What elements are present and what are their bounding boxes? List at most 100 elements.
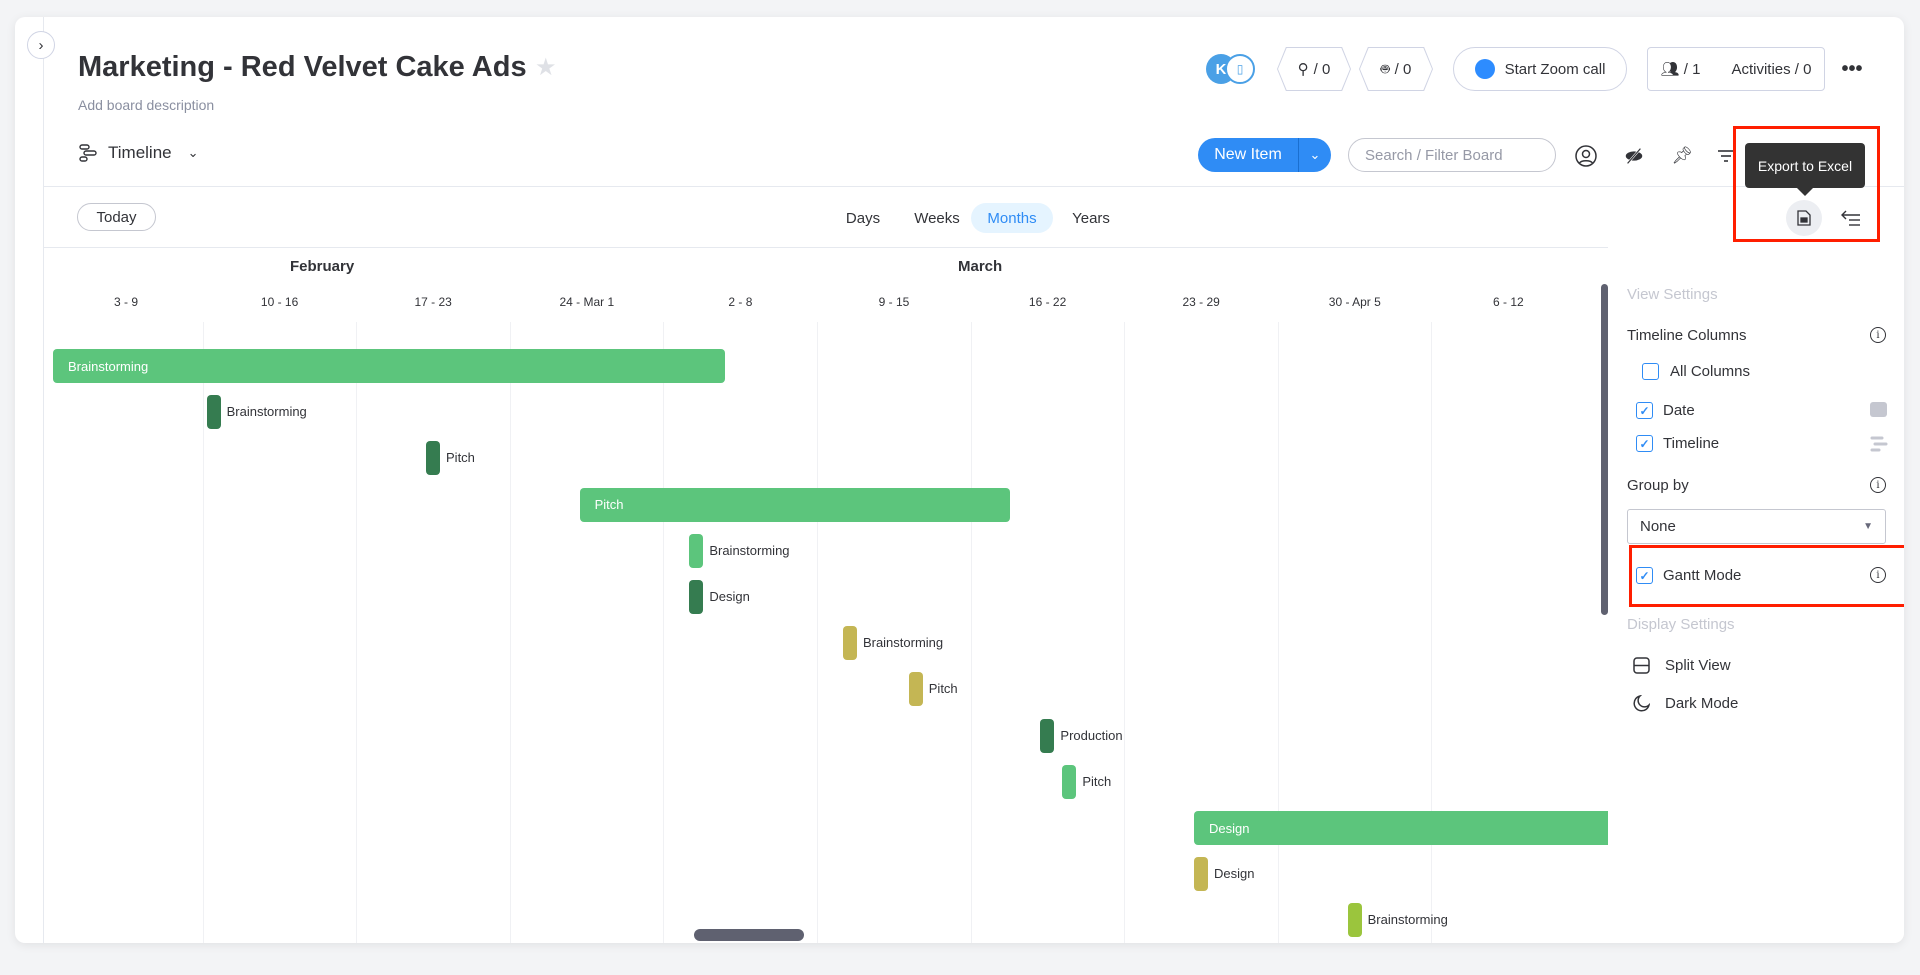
highlight-gantt <box>1629 545 1904 607</box>
checkmark-icon: ✓ <box>1636 435 1653 452</box>
week-label: 3 - 9 <box>113 295 138 309</box>
week-label: 2 - 8 <box>728 295 753 309</box>
dark-mode-label: Dark Mode <box>1665 695 1739 712</box>
milestone-bar[interactable] <box>689 533 704 568</box>
timeline-column-icon <box>1870 436 1888 452</box>
timeline-columns-label: Timeline Columns <box>1627 327 1747 344</box>
grid-line <box>970 322 972 943</box>
grid-line <box>1124 322 1126 943</box>
checkmark-icon: ✓ <box>1636 402 1653 419</box>
date-label: Date <box>1663 402 1695 419</box>
info-icon[interactable]: i <box>1870 477 1886 493</box>
checkbox-unchecked <box>1642 363 1659 380</box>
milestone-bar[interactable] <box>426 441 441 476</box>
milestone-bar[interactable] <box>842 626 857 661</box>
person-filter-icon[interactable] <box>1573 143 1599 169</box>
scale-months[interactable]: Months <box>971 203 1053 233</box>
timeline-bar[interactable]: Pitch <box>579 487 1011 522</box>
hide-eye-icon[interactable] <box>1621 143 1647 169</box>
members-activities-button[interactable]: 👥︎ / 1 Activities / 0 <box>1647 47 1825 91</box>
more-dots-icon[interactable]: ••• <box>1840 55 1864 83</box>
people-icon: 👥︎ <box>1660 61 1680 78</box>
milestone-label: Brainstorming <box>226 404 307 420</box>
timeline-checkbox[interactable]: ✓ Timeline <box>1636 435 1719 452</box>
avatar-group[interactable]: K ▯ <box>1206 52 1264 86</box>
milestone-bar[interactable] <box>1194 857 1209 892</box>
split-view-icon <box>1633 657 1650 674</box>
grid-line <box>1431 322 1433 943</box>
milestone-label: Production <box>1060 727 1123 743</box>
milestone-label: Brainstorming <box>862 635 944 651</box>
group-by-value: None <box>1640 518 1676 535</box>
view-selector[interactable]: Timeline ⌄ <box>78 143 199 163</box>
horizontal-scrollbar[interactable] <box>694 929 804 941</box>
integrations-button[interactable]: ⚲/ 0 <box>1277 47 1351 91</box>
integrations-count: / 0 <box>1313 60 1331 78</box>
start-zoom-call-button[interactable]: Start Zoom call <box>1453 47 1627 91</box>
expand-sidebar-button[interactable]: › <box>27 31 55 59</box>
automations-count: / 0 <box>1394 60 1412 78</box>
split-view-option[interactable]: Split View <box>1633 657 1731 674</box>
week-label: 16 - 22 <box>1028 295 1067 309</box>
board-title[interactable]: Marketing - Red Velvet Cake Ads <box>78 51 527 84</box>
milestone-bar[interactable] <box>1062 764 1077 799</box>
grid-line <box>202 322 204 943</box>
week-label: 17 - 23 <box>414 295 452 309</box>
display-settings-heading: Display Settings <box>1627 616 1735 633</box>
milestone-label: Pitch <box>446 450 475 466</box>
new-item-dropdown[interactable]: ⌄ <box>1298 138 1331 172</box>
automations-button[interactable]: 🤖︎/ 0 <box>1359 47 1433 91</box>
milestone-bar[interactable] <box>206 395 221 430</box>
scale-weeks[interactable]: Weeks <box>903 203 971 233</box>
timeline-icon <box>79 144 97 162</box>
view-settings-heading: View Settings <box>1627 286 1718 303</box>
date-checkbox[interactable]: ✓ Date <box>1636 402 1695 419</box>
scale-days[interactable]: Days <box>835 203 891 233</box>
highlight-export <box>1733 126 1880 242</box>
integrations-icon: ⚲ <box>1297 61 1309 78</box>
timeline-bar[interactable]: Design <box>1194 811 1608 845</box>
board-description[interactable]: Add board description <box>78 97 214 113</box>
robot-icon: 🤖︎ <box>1380 60 1390 78</box>
members-count-label: / 1 <box>1683 61 1701 78</box>
milestone-label: Pitch <box>1082 773 1112 789</box>
milestone-bar[interactable] <box>1347 903 1362 938</box>
split-view-label: Split View <box>1665 657 1731 674</box>
chevron-right-icon: › <box>38 36 44 54</box>
milestone-bar[interactable] <box>689 580 704 614</box>
left-border <box>43 17 44 943</box>
month-march: March <box>958 258 1003 275</box>
grid-line <box>817 322 818 943</box>
week-label: 30 - Apr 5 <box>1328 295 1381 309</box>
grid-line <box>509 322 511 943</box>
milestone-bar[interactable] <box>1040 718 1055 753</box>
pin-icon[interactable]: 📌︎ <box>1669 143 1695 169</box>
scale-years[interactable]: Years <box>1059 203 1123 233</box>
milestone-bar[interactable] <box>908 672 923 707</box>
week-label: 10 - 16 <box>260 295 299 309</box>
month-february: February <box>290 258 355 275</box>
today-button[interactable]: Today <box>77 203 156 231</box>
new-item-button[interactable]: New Item ⌄ <box>1198 138 1331 172</box>
caret-down-icon: ▼ <box>1863 521 1873 532</box>
group-by-select[interactable]: None ▼ <box>1627 509 1886 544</box>
all-columns-checkbox[interactable]: All Columns <box>1642 363 1750 380</box>
zoom-label: Start Zoom call <box>1504 60 1606 78</box>
grid-line <box>356 322 358 943</box>
milestone-label: Pitch <box>928 681 958 697</box>
star-icon[interactable]: ★ <box>535 53 557 82</box>
zoom-icon <box>1474 59 1495 79</box>
timeline-bar[interactable]: Brainstorming <box>53 349 726 383</box>
members-count[interactable]: 👥︎ / 1 <box>1661 60 1701 78</box>
week-label: 23 - 29 <box>1182 295 1220 309</box>
grid-line <box>663 322 665 943</box>
chevron-down-icon: ⌄ <box>187 145 199 160</box>
search-input[interactable]: Search / Filter Board <box>1348 138 1556 172</box>
info-icon[interactable]: i <box>1870 327 1886 343</box>
view-settings-panel: View Settings Timeline Columns i All Col… <box>1608 247 1904 943</box>
group-by-label: Group by <box>1627 477 1689 494</box>
activities-label[interactable]: Activities / 0 <box>1731 61 1811 78</box>
milestone-label: Brainstorming <box>709 542 790 558</box>
vertical-scrollbar[interactable] <box>1601 284 1608 615</box>
dark-mode-option[interactable]: Dark Mode <box>1633 695 1738 712</box>
